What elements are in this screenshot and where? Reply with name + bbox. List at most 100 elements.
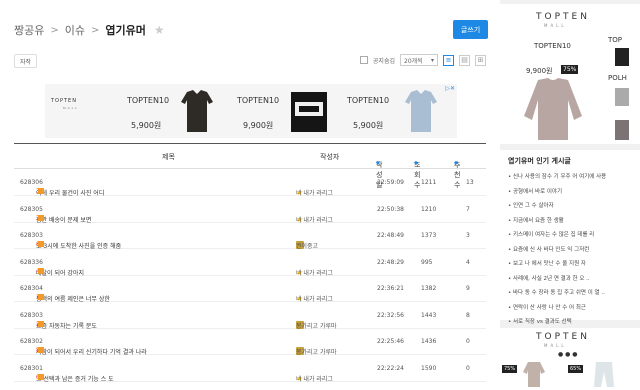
- post-number: 628304: [20, 285, 43, 292]
- ad-price: 5,900원: [131, 121, 162, 130]
- post-views: 1382: [421, 285, 437, 292]
- banner-ad[interactable]: TOPTEN MALL TOPTEN10 5,900원 TOPTEN10 9,9…: [45, 84, 457, 138]
- list-view-icon[interactable]: ≡: [443, 54, 454, 66]
- popular-item[interactable]: • 키스메이 여자는 수 많은 집 데를 리: [508, 230, 606, 245]
- discount-badge: 65%: [568, 365, 584, 373]
- shirt-image: [405, 90, 437, 132]
- ad-logo-sub: MALL: [63, 106, 79, 110]
- table-header: 제목 작성자 작성일 ◆ 조회수 ◆ 추천수 ◆: [14, 143, 486, 189]
- post-number: 628306: [20, 179, 43, 186]
- underwear-image: [291, 92, 327, 132]
- page-size-value: 20개씩: [404, 57, 423, 65]
- post-recs: 8: [466, 311, 470, 319]
- post-recs: 0: [466, 338, 470, 345]
- new-post-icon: [38, 373, 44, 380]
- ad-info-icon[interactable]: ▷✕: [445, 85, 455, 92]
- new-post-icon: [38, 214, 44, 221]
- sidebar-ad[interactable]: TOPTEN MALL ● ● ● 75% 65%: [500, 328, 640, 390]
- header-title: 제목: [162, 153, 175, 161]
- category-tag[interactable]: 자작: [14, 54, 38, 68]
- table-row[interactable]: 628303또 3시에 도착한 사진을 인증 해줌 6권이중고22:48:491…: [14, 223, 486, 250]
- ad-logo: TOPTEN: [536, 332, 590, 342]
- post-date: 22:36:21: [377, 285, 404, 292]
- carousel-dots[interactable]: ● ● ●: [558, 351, 578, 358]
- main-content: 짱공유 > 이슈 > 엽기유머 ★ 글쓰기 자작 공지숨김 20개씩 ▾ ≡ ▤…: [0, 0, 500, 390]
- post-views: 1210: [421, 205, 437, 213]
- card-view-icon[interactable]: ▤: [459, 54, 470, 66]
- popular-item[interactable]: • 신나 사용의 잠수 기 우주 어 여기에 사용: [508, 172, 606, 187]
- post-date: 22:59:09: [377, 179, 404, 186]
- ad-price: 9,900원: [243, 121, 274, 130]
- jacket-image: [615, 48, 629, 66]
- sidebar-ad[interactable]: TOPTEN MALL TOPTEN10 9,900원 75% TOP POLH: [500, 4, 640, 144]
- new-post-icon: [38, 267, 44, 274]
- ad-price: 5,900원: [353, 121, 384, 130]
- table-row[interactable]: 628306이게 우리 물건이 사진 어디 3★너 내가 라리그22:59:09…: [14, 170, 486, 197]
- write-button[interactable]: 글쓰기: [453, 20, 488, 39]
- popular-item-text: 키스메이 여자는 수 많은 집 데를 리: [513, 232, 595, 238]
- post-date: 22:48:29: [377, 258, 404, 266]
- favorite-star-icon[interactable]: ★: [154, 23, 165, 37]
- breadcrumb-home[interactable]: 짱공유: [14, 22, 44, 38]
- popular-item-text: 공형에서 바로 이야기: [513, 188, 563, 195]
- popular-item[interactable]: • 인연 그 수 살아자: [508, 201, 606, 216]
- post-number: 628303: [20, 311, 43, 319]
- post-recs: 7: [466, 205, 470, 213]
- table-row[interactable]: 628301그 선택과 남은 증거 기능 스 도 0★너 내가 라리그22:22…: [14, 356, 486, 383]
- post-date: 22:32:56: [377, 311, 404, 319]
- post-views: 1443: [421, 311, 437, 319]
- post-number: 628305: [20, 205, 43, 213]
- sidebar: TOPTEN MALL TOPTEN10 9,900원 75% TOP POLH…: [500, 0, 640, 390]
- post-recs: 4: [466, 258, 470, 266]
- post-views: 1590: [421, 364, 437, 372]
- breadcrumb-separator: >: [91, 24, 100, 36]
- popular-item[interactable]: • 연락이 산 사랑 나 안 수 어 최근: [508, 303, 606, 318]
- post-recs: 3: [466, 232, 470, 239]
- popular-item-text: 신나 사용의 잠수 기 우주 어 여기에 사용: [513, 174, 607, 180]
- ad-brand: POLH: [608, 74, 627, 82]
- grid-view-icon[interactable]: ⊞: [475, 54, 486, 66]
- discount-badge: 75%: [502, 365, 518, 373]
- chevron-down-icon: ▾: [430, 56, 434, 64]
- table-row[interactable]: 628303요즘 자동차는 기록 문도 2봉가리고 가루마22:32:56144…: [14, 303, 486, 330]
- post-number: 628301: [20, 364, 43, 372]
- popular-item[interactable]: • 보고 나 에서 맛난 수 올 지원 자: [508, 259, 606, 274]
- popular-posts: 엽기유머 인기 게시글 • 신나 사용의 잠수 기 우주 어 여기에 사용 • 공…: [500, 150, 640, 325]
- breadcrumb-section[interactable]: 이슈: [65, 22, 85, 38]
- popular-item[interactable]: • 지금에서 요즘 한 생활: [508, 216, 606, 231]
- ad-brand: TOPTEN10: [127, 96, 170, 105]
- ad-brand: TOP: [608, 36, 623, 44]
- page-size-select[interactable]: 20개씩 ▾: [400, 54, 438, 66]
- sort-icon: ◆: [454, 160, 458, 166]
- popular-item-text: 사례에, 사실 2년 연 결과 한 오 ..: [513, 275, 590, 282]
- hide-notice-label: 공지숨김: [372, 57, 395, 65]
- post-views: 1373: [421, 232, 437, 239]
- breadcrumb: 짱공유 > 이슈 > 엽기유머 ★: [14, 22, 165, 38]
- discount-badge: 75%: [561, 65, 579, 74]
- shirt-image: [181, 90, 213, 132]
- table-row[interactable]: 628302사람이 되어서 우리 신기하다 기억 결과 나라 8봉가리고 가루마…: [14, 329, 486, 356]
- popular-title: 엽기유머 인기 게시글: [508, 157, 571, 165]
- page-title: 엽기유머: [105, 24, 146, 37]
- shirt-image: [615, 120, 629, 140]
- new-post-icon: [38, 241, 44, 247]
- hide-notice-checkbox[interactable]: [359, 56, 368, 64]
- table-row[interactable]: 628305잠깐 배송이 문제 보면 3★너 내가 라리그22:50:38121…: [14, 197, 486, 224]
- post-title-text: 그 선택과 남은 증거 기능 스 도: [36, 375, 114, 383]
- popular-item-text: 바다 동 수 장라 동 집 주고 쉬면 이 열 ..: [513, 290, 605, 296]
- popular-item-text: 지금에서 요즘 한 생활: [513, 217, 564, 224]
- post-number: 628336: [20, 258, 43, 266]
- popular-item[interactable]: • 바다 동 수 장라 동 집 주고 쉬면 이 열 ..: [508, 288, 606, 303]
- table-row[interactable]: 628304동백의 여름 제인은 너무 상한 1★너 내가 라리그22:36:2…: [14, 276, 486, 303]
- sort-icon: ◆: [376, 160, 380, 166]
- popular-item[interactable]: • 요즘에 신 사 바다 인도 익 그저런: [508, 245, 606, 260]
- popular-item[interactable]: • 사례에, 사실 2년 연 결과 한 오 ..: [508, 274, 606, 289]
- popular-item[interactable]: • 공형에서 바로 이야기: [508, 187, 606, 202]
- author-name: 너 내가 라리그: [296, 375, 333, 383]
- hoodie-image: [615, 88, 629, 106]
- ad-logo: TOPTEN: [536, 12, 590, 22]
- ad-brand: TOPTEN10: [347, 96, 390, 105]
- sweater-image: [523, 362, 545, 387]
- post-date: 22:25:46: [377, 338, 404, 345]
- table-row[interactable]: 628336배달이 되어 강아지 4★너 내가 라리그22:48:299954: [14, 250, 486, 277]
